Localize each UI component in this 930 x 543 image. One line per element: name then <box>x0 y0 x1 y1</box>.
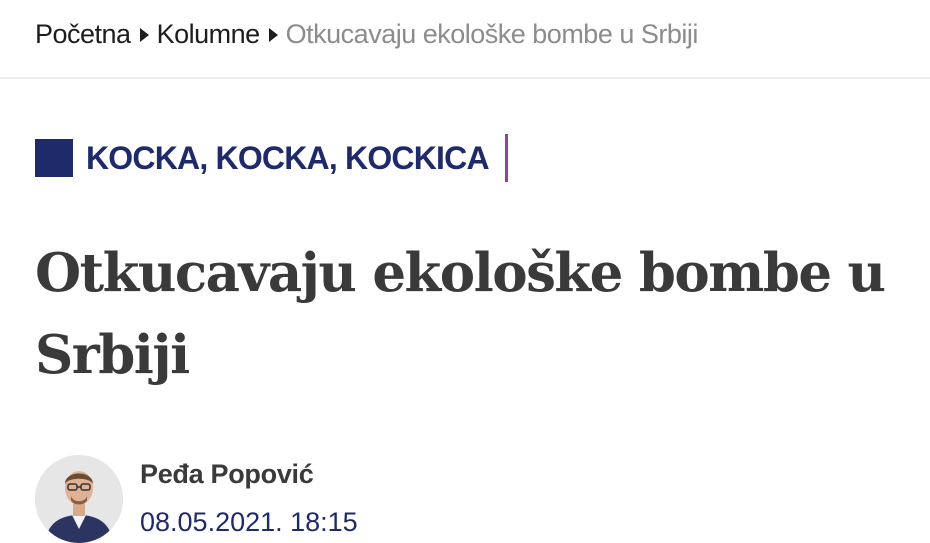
person-portrait-icon <box>35 455 123 543</box>
breadcrumb-section-link[interactable]: Kolumne <box>157 19 261 50</box>
breadcrumb-home-link[interactable]: Početna <box>35 19 131 50</box>
category-link[interactable]: KOCKA, KOCKA, KOCKICA <box>86 140 490 177</box>
author-name-link[interactable]: Peđa Popović <box>140 459 314 490</box>
caret-right-icon <box>139 27 149 42</box>
article-title: Otkucavaju ekološke bombe u Srbiji <box>35 242 886 386</box>
category-square-icon <box>35 139 73 177</box>
header-divider <box>0 77 930 79</box>
caret-right-icon <box>268 27 278 42</box>
category-tag: KOCKA, KOCKA, KOCKICA <box>35 134 508 182</box>
publish-date: 08.05.2021. 18:15 <box>140 507 358 537</box>
breadcrumb: Početna Kolumne Otkucavaju ekološke bomb… <box>35 19 698 50</box>
category-accent-bar <box>504 134 508 182</box>
breadcrumb-current: Otkucavaju ekološke bombe u Srbiji <box>285 19 699 49</box>
author-avatar[interactable] <box>35 455 123 543</box>
